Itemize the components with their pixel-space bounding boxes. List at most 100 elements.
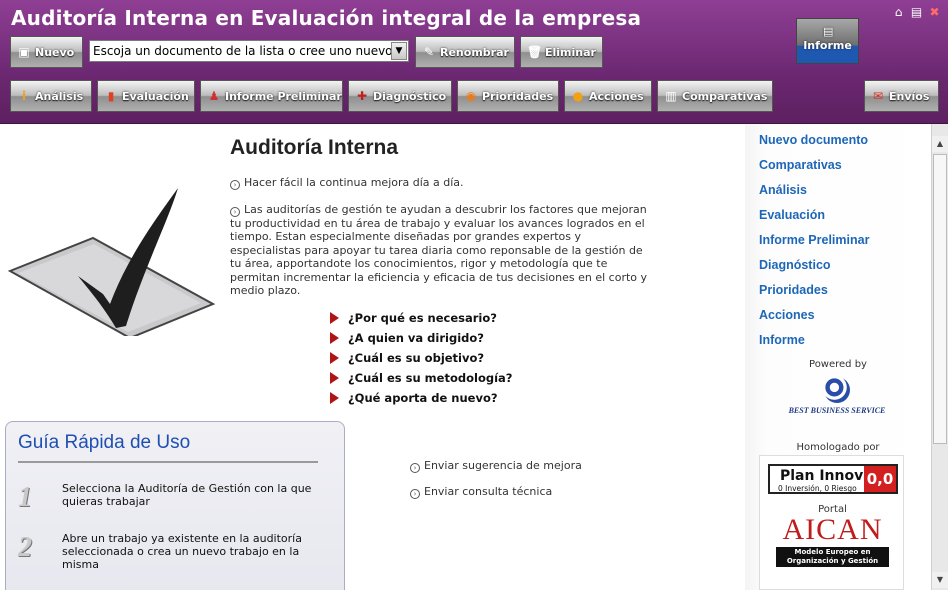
nav-label: Prioridades: [482, 89, 554, 103]
bbs-emblem-icon: [824, 377, 850, 403]
plan-innova-badge[interactable]: Plan Innova 0 Inversión, 0 Riesgo 0,0: [768, 464, 898, 494]
arrow-circle-icon: ›: [410, 489, 420, 499]
question-link[interactable]: ¿A quien va dirigido?: [330, 328, 512, 348]
aican-name: AICAN: [782, 513, 883, 546]
envios-button[interactable]: ✉ Envíos: [864, 80, 939, 112]
informe-button[interactable]: ▤ Informe: [796, 18, 859, 64]
sidebar-item-nuevo-documento[interactable]: Nuevo documento: [759, 133, 869, 158]
sidebar-item-evaluacion[interactable]: Evaluación: [759, 208, 869, 233]
red-arrow-icon: [330, 312, 339, 324]
sidebar: Nuevo documento Comparativas Análisis Ev…: [745, 124, 931, 590]
report-person-icon: ♟: [208, 89, 220, 103]
aican-logo[interactable]: Portal AICAN Modelo Europeo en Organizac…: [770, 504, 895, 588]
page-heading: Auditoría Interna: [230, 136, 399, 159]
nav-informe-preliminar-button[interactable]: ♟ Informe Preliminar: [200, 80, 343, 112]
arrow-circle-icon: ›: [230, 207, 240, 217]
app-title: Auditoría Interna en Evaluación integral…: [11, 6, 642, 30]
tagline-text: Hacer fácil la continua mejora día a día…: [244, 176, 464, 189]
analysis-icon: i: [21, 89, 27, 103]
description-text: Las auditorías de gestión te ayudan a de…: [230, 203, 648, 298]
question-text: ¿Qué aporta de nuevo?: [348, 391, 498, 405]
divider: [18, 461, 318, 463]
sidebar-nav: Nuevo documento Comparativas Análisis Ev…: [759, 133, 869, 358]
nav-prioridades-button[interactable]: ◉ Prioridades: [457, 80, 559, 112]
scroll-down-icon[interactable]: ▼: [932, 572, 948, 588]
bbs-logo[interactable]: BEST BUSINESS SERVICE: [777, 377, 897, 417]
nuevo-label: Nuevo: [35, 45, 75, 59]
powered-by-label: Powered by: [809, 359, 867, 370]
quick-guide-panel: Guía Rápida de Uso 1 Selecciona la Audit…: [5, 421, 345, 590]
sidebar-item-analisis[interactable]: Análisis: [759, 183, 869, 208]
homologado-label: Homologado por: [796, 442, 880, 453]
description-paragraph: › Las auditorías de gestión te ayudan a d…: [230, 203, 655, 297]
window-controls: ⌂ ▤ ✖: [891, 5, 942, 20]
app-window: Auditoría Interna en Evaluación integral…: [0, 0, 948, 590]
close-icon[interactable]: ✖: [927, 5, 942, 20]
question-text: ¿Por qué es necesario?: [348, 311, 497, 325]
eliminar-label: Eliminar: [545, 45, 596, 59]
plan-innova-title: Plan Innova: [780, 468, 873, 484]
priority-icon: ◉: [465, 89, 477, 103]
sidebar-item-prioridades[interactable]: Prioridades: [759, 283, 869, 308]
compare-icon: ▥: [665, 89, 677, 103]
technical-query-link-text: Enviar consulta técnica: [424, 485, 553, 498]
rename-icon: ✎: [423, 45, 435, 59]
scroll-up-icon[interactable]: ▲: [932, 136, 948, 152]
nav-label: Informe Preliminar: [225, 89, 342, 103]
lightbulb-icon: ●: [572, 89, 584, 103]
bar-chart-icon: ▮: [107, 89, 115, 103]
nav-label: Comparativas: [682, 89, 768, 103]
nuevo-button[interactable]: ▣ Nuevo: [10, 36, 83, 68]
envelope-icon: ✉: [872, 89, 884, 103]
print-icon[interactable]: ▤: [909, 5, 924, 20]
informe-label: Informe: [803, 39, 852, 52]
question-link[interactable]: ¿Cuál es su metodología?: [330, 368, 512, 388]
header-bar: Auditoría Interna en Evaluación integral…: [0, 0, 948, 124]
vertical-scrollbar[interactable]: ▲ ▼: [931, 124, 948, 590]
red-arrow-icon: [330, 392, 339, 404]
arrow-circle-icon: ›: [410, 463, 420, 473]
certification-badges: Plan Innova 0 Inversión, 0 Riesgo 0,0 Po…: [759, 455, 904, 590]
eliminar-button[interactable]: 🗑 Eliminar: [520, 36, 603, 68]
plan-innova-subtitle: 0 Inversión, 0 Riesgo: [778, 484, 857, 493]
sidebar-item-informe-preliminar[interactable]: Informe Preliminar: [759, 233, 869, 258]
question-text: ¿A quien va dirigido?: [348, 331, 484, 345]
home-icon[interactable]: ⌂: [891, 5, 906, 20]
envios-label: Envíos: [889, 89, 930, 103]
red-arrow-icon: [330, 352, 339, 364]
red-arrow-icon: [330, 332, 339, 344]
quick-guide-title: Guía Rápida de Uso: [18, 432, 191, 453]
red-arrow-icon: [330, 372, 339, 384]
technical-query-link[interactable]: › Enviar consulta técnica: [410, 485, 552, 499]
sidebar-item-acciones[interactable]: Acciones: [759, 308, 869, 333]
renombrar-button[interactable]: ✎ Renombrar: [415, 36, 515, 68]
suggestion-link-text: Enviar sugerencia de mejora: [424, 459, 582, 472]
chevron-down-icon[interactable]: ▼: [391, 42, 407, 60]
nav-analisis-button[interactable]: i Análisis: [10, 80, 92, 112]
report-icon: ▤: [823, 25, 834, 38]
document-select-value: Escoja un documento de la lista o cree u…: [93, 44, 393, 58]
nav-evaluacion-button[interactable]: ▮ Evaluación: [97, 80, 195, 112]
nav-diagnostico-button[interactable]: ✚ Diagnóstico: [348, 80, 452, 112]
question-link[interactable]: ¿Qué aporta de nuevo?: [330, 388, 512, 408]
sidebar-item-diagnostico[interactable]: Diagnóstico: [759, 258, 869, 283]
nav-label: Acciones: [589, 89, 644, 103]
question-list: ¿Por qué es necesario? ¿A quien va dirig…: [330, 308, 512, 408]
sidebar-item-informe[interactable]: Informe: [759, 333, 869, 358]
bbs-name: BEST BUSINESS SERVICE: [788, 406, 886, 415]
scrollbar-thumb[interactable]: [933, 154, 947, 444]
question-link[interactable]: ¿Por qué es necesario?: [330, 308, 512, 328]
nav-label: Análisis: [35, 89, 84, 103]
main-content: Auditoría Interna › Hacer fácil la contin…: [0, 124, 745, 590]
question-text: ¿Cuál es su objetivo?: [348, 351, 485, 365]
suggestion-link[interactable]: › Enviar sugerencia de mejora: [410, 459, 582, 473]
sidebar-item-comparativas[interactable]: Comparativas: [759, 158, 869, 183]
tagline-paragraph: › Hacer fácil la continua mejora día a dí…: [230, 176, 655, 190]
document-select[interactable]: Escoja un documento de la lista o cree u…: [89, 40, 409, 62]
nav-label: Diagnóstico: [373, 89, 447, 103]
nav-acciones-button[interactable]: ● Acciones: [564, 80, 652, 112]
nav-comparativas-button[interactable]: ▥ Comparativas: [657, 80, 773, 112]
diagnosis-icon: ✚: [356, 89, 368, 103]
step-number: 2: [18, 532, 32, 563]
question-link[interactable]: ¿Cuál es su objetivo?: [330, 348, 512, 368]
